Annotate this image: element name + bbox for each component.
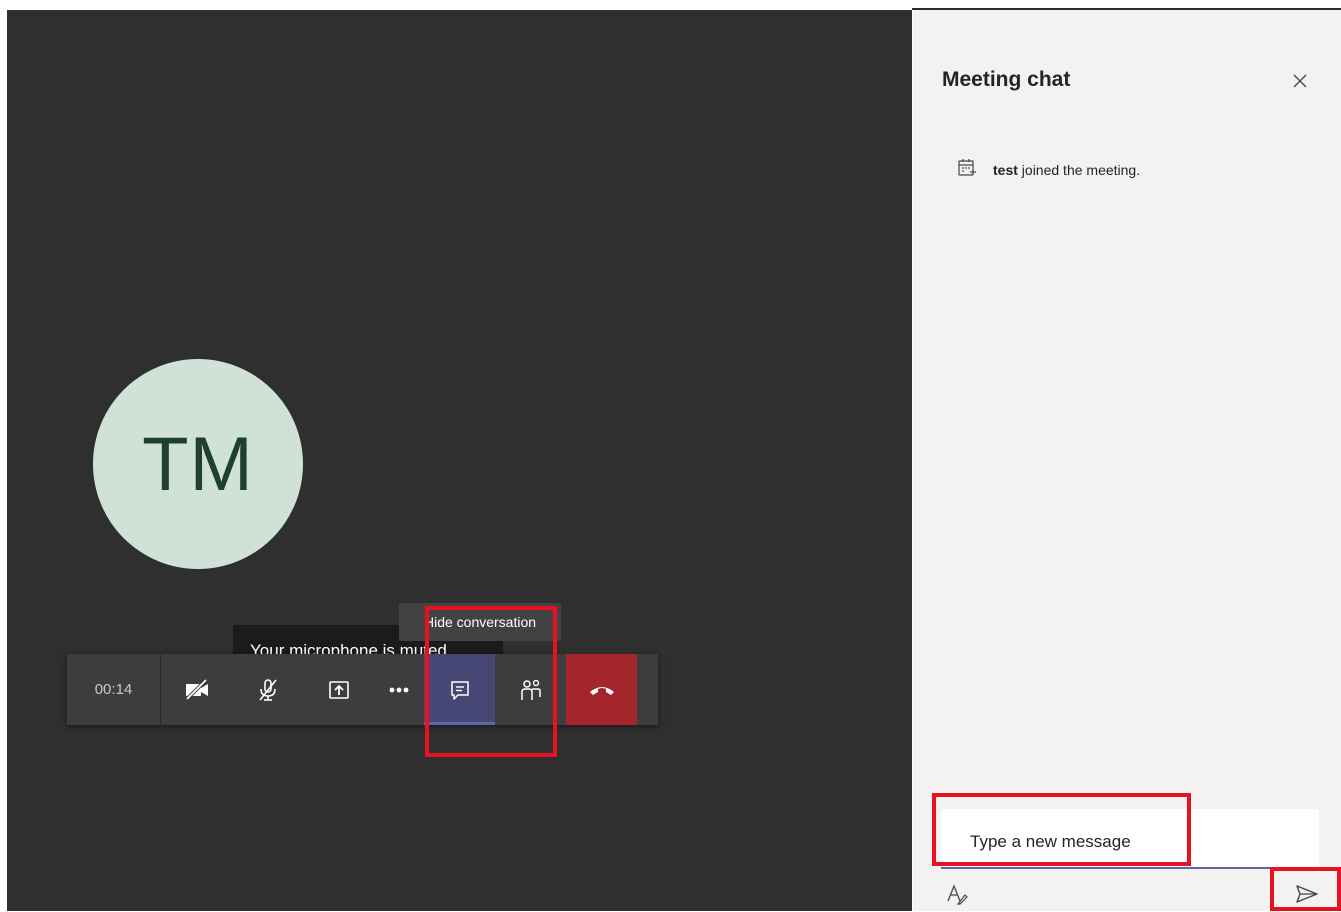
send-icon[interactable] [1294,881,1320,907]
avatar-initials: TM [142,421,254,507]
camera-off-icon [184,678,210,701]
chat-bubble-icon [449,679,471,701]
teams-meeting-window: TM Your microphone is muted. Hide conver… [0,0,1341,911]
share-tray-icon [328,679,350,701]
share-screen-button[interactable] [303,654,374,725]
people-icon [520,678,542,702]
format-text-icon[interactable] [945,883,969,907]
panel-title: Meeting chat [942,68,1071,91]
calendar-add-icon [957,158,977,181]
mic-muted-button[interactable] [232,654,303,725]
call-timer: 00:14 [67,654,161,725]
participants-button[interactable] [495,654,566,725]
message-body: joined the meeting. [1021,161,1141,178]
hang-up-button[interactable] [566,654,637,725]
more-actions-button[interactable] [374,654,424,725]
close-icon[interactable] [1289,70,1311,92]
meeting-stage: TM [7,10,912,911]
system-message: test joined the meeting. [957,158,1140,181]
camera-off-button[interactable] [161,654,232,725]
meeting-chat-panel: Meeting chat test joined the meeting. Ty… [913,10,1341,911]
message-composer [941,809,1319,869]
participant-avatar: TM [93,359,303,569]
phone-hangup-icon [588,683,616,697]
mic-off-icon [257,678,279,702]
hide-conversation-tooltip-text: Hide conversation [423,614,537,630]
system-message-text: test joined the meeting. [993,162,1140,178]
hide-conversation-tooltip: Hide conversation [399,603,561,641]
message-user: test [993,161,1018,178]
window-top-edge [0,0,1341,10]
more-dots-icon [388,686,410,694]
message-input[interactable] [968,829,1302,855]
call-control-bar: 00:14 [67,654,658,725]
chat-toggle-button[interactable] [424,654,495,725]
